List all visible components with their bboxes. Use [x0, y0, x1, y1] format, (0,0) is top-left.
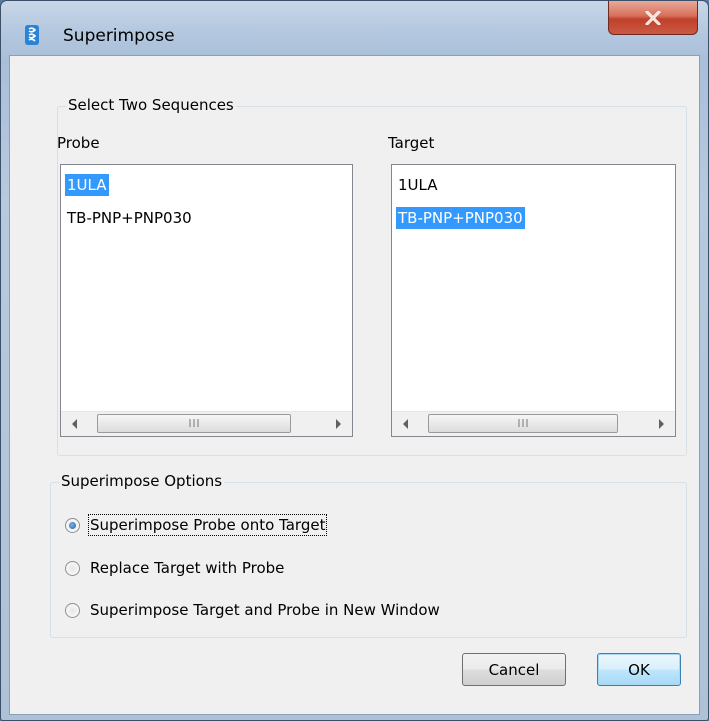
close-icon	[645, 10, 661, 25]
option-replace-target-with-probe[interactable]: Replace Target with Probe	[65, 556, 284, 580]
superimpose-options-legend: Superimpose Options	[59, 472, 225, 490]
title-bar[interactable]: Superimpose	[1, 1, 708, 55]
scroll-right-icon[interactable]	[659, 419, 664, 429]
radio-unchecked-icon[interactable]	[65, 602, 80, 618]
select-sequences-legend: Select Two Sequences	[66, 96, 236, 114]
app-logo-icon	[25, 25, 39, 45]
cancel-button[interactable]: Cancel	[462, 653, 566, 686]
probe-list-item-1ula[interactable]: 1ULA	[65, 174, 109, 196]
target-label: Target	[388, 134, 435, 152]
probe-listbox[interactable]: 1ULA TB-PNP+PNP030	[60, 164, 353, 437]
window-title: Superimpose	[63, 26, 175, 46]
probe-list-item-tb-pnp[interactable]: TB-PNP+PNP030	[65, 207, 194, 229]
radio-unchecked-icon[interactable]	[65, 560, 80, 576]
target-list-item-1ula[interactable]: 1ULA	[396, 174, 440, 196]
scroll-left-icon[interactable]	[403, 419, 408, 429]
probe-scroll-thumb[interactable]	[97, 414, 291, 433]
option-label: Superimpose Target and Probe in New Wind…	[90, 601, 440, 619]
option-label: Superimpose Probe onto Target	[87, 514, 328, 536]
ok-button[interactable]: OK	[597, 653, 681, 686]
probe-label: Probe	[57, 134, 100, 152]
target-listbox[interactable]: 1ULA TB-PNP+PNP030	[391, 164, 676, 437]
target-horizontal-scrollbar[interactable]	[392, 411, 675, 436]
option-superimpose-probe-onto-target[interactable]: Superimpose Probe onto Target	[65, 513, 328, 537]
scroll-grip-icon	[189, 419, 199, 427]
dialog-body: Select Two Sequences Probe Target 1ULA T…	[9, 55, 700, 715]
radio-checked-icon[interactable]	[65, 517, 80, 533]
scroll-right-icon[interactable]	[336, 419, 341, 429]
target-scroll-thumb[interactable]	[428, 414, 618, 433]
target-list-item-tb-pnp[interactable]: TB-PNP+PNP030	[396, 207, 525, 229]
superimpose-dialog: Superimpose Select Two Sequences Probe T…	[0, 0, 709, 721]
option-label: Replace Target with Probe	[90, 559, 285, 577]
close-button[interactable]	[608, 1, 698, 35]
scroll-grip-icon	[518, 419, 528, 427]
option-superimpose-in-new-window[interactable]: Superimpose Target and Probe in New Wind…	[65, 598, 440, 622]
probe-horizontal-scrollbar[interactable]	[61, 411, 352, 436]
scroll-left-icon[interactable]	[72, 419, 77, 429]
